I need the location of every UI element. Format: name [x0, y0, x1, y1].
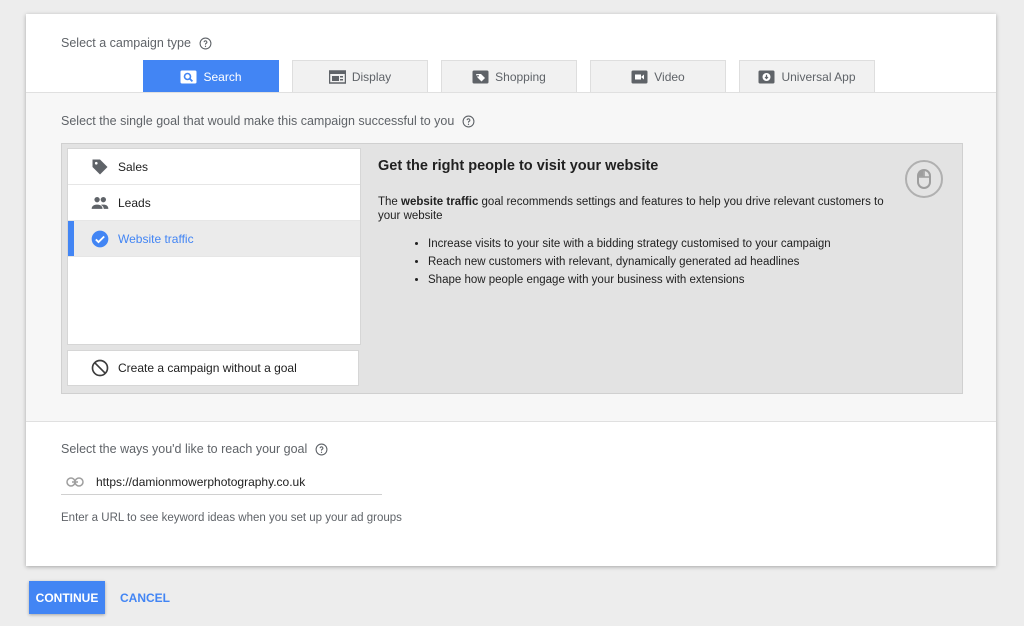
campaign-setup-card: Select a campaign type Search Display Sh… [26, 14, 996, 566]
tab-search[interactable]: Search [143, 60, 279, 92]
no-goal-label: Create a campaign without a goal [118, 361, 297, 375]
check-circle-icon [90, 229, 110, 249]
goal-heading: Select the single goal that would make t… [61, 114, 475, 128]
campaign-type-heading: Select a campaign type [61, 36, 212, 50]
campaign-type-label: Select a campaign type [61, 36, 191, 50]
shopping-tag-icon [472, 70, 489, 84]
mouse-icon [905, 160, 943, 198]
goal-detail-title: Get the right people to visit your websi… [378, 158, 659, 174]
goal-detail-description: The website traffic goal recommends sett… [378, 195, 898, 223]
tab-label: Search [203, 69, 242, 84]
goal-section: Select the single goal that would make t… [26, 92, 996, 422]
tab-label: Video [654, 69, 685, 84]
goal-item-website-traffic[interactable]: Website traffic [68, 221, 360, 257]
help-icon[interactable] [199, 37, 212, 50]
no-goal-option[interactable]: Create a campaign without a goal [67, 350, 359, 386]
no-entry-icon [90, 358, 110, 378]
continue-button[interactable]: CONTINUE [29, 581, 105, 614]
url-hint: Enter a URL to see keyword ideas when yo… [61, 512, 402, 524]
list-item: Increase visits to your site with a bidd… [428, 235, 898, 253]
goal-benefits-list: Increase visits to your site with a bidd… [378, 235, 898, 289]
goal-detail: Get the right people to visit your websi… [378, 158, 898, 289]
list-item: Reach new customers with relevant, dynam… [428, 253, 898, 271]
tab-universal-app[interactable]: Universal App [739, 60, 875, 92]
tab-shopping[interactable]: Shopping [441, 60, 577, 92]
tab-label: Display [351, 69, 392, 84]
app-icon [758, 70, 775, 84]
goal-panel: Sales Leads Website traffic Create a cam… [61, 143, 963, 394]
reach-label: Select the ways you'd like to reach your… [61, 442, 308, 456]
reach-heading: Select the ways you'd like to reach your… [61, 442, 328, 456]
goal-item-leads[interactable]: Leads [68, 185, 360, 221]
tab-display[interactable]: Display [292, 60, 428, 92]
desc-prefix: The [378, 196, 402, 208]
url-field [61, 469, 382, 495]
url-input[interactable] [96, 474, 366, 489]
link-icon [66, 476, 84, 488]
cancel-button[interactable]: CANCEL [110, 581, 180, 614]
tag-icon [90, 157, 110, 177]
goal-item-label: Sales [118, 159, 149, 174]
people-icon [90, 193, 110, 213]
goal-item-label: Website traffic [118, 231, 194, 246]
video-icon [631, 70, 648, 84]
goal-item-label: Leads [118, 195, 151, 210]
search-icon [180, 70, 197, 84]
help-icon[interactable] [315, 443, 328, 456]
goal-item-sales[interactable]: Sales [68, 149, 360, 185]
list-item: Shape how people engage with your busine… [428, 271, 898, 289]
help-icon[interactable] [462, 115, 475, 128]
goal-list: Sales Leads Website traffic [67, 148, 361, 345]
goal-label: Select the single goal that would make t… [61, 114, 455, 128]
display-icon [328, 69, 346, 84]
tab-video[interactable]: Video [590, 60, 726, 92]
tab-label: Shopping [495, 69, 546, 84]
tab-label: Universal App [781, 69, 856, 84]
campaign-type-tabs: Search Display Shopping Video Universal … [143, 60, 875, 92]
desc-bold: website traffic [401, 196, 479, 208]
